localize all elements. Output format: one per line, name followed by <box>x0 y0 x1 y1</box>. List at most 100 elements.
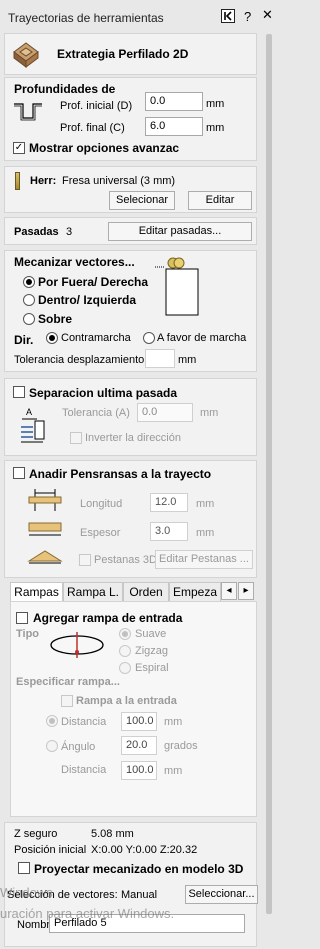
z-safe-value: 5.08 mm <box>91 828 134 840</box>
depths-heading: Profundidades de <box>14 82 116 96</box>
tab-thickness-label: Espesor <box>80 527 121 539</box>
tool-panel: Herr: Fresa universal (3 mm) Selecionar … <box>4 166 257 213</box>
passes-panel: Pasadas 3 Editar pasadas... <box>4 217 257 245</box>
last-pass-diagram-icon: A <box>19 407 45 448</box>
tab-thickness-input[interactable]: 3.0 <box>150 522 188 541</box>
vector-selection-value: Manual <box>121 889 158 901</box>
add-tabs-checkbox[interactable] <box>13 467 25 479</box>
activation-watermark-line2: uración para activar Windows. <box>0 906 175 921</box>
end-depth-label: Prof. final (C) <box>60 122 125 134</box>
header-panel: Extrategia Perfilado 2D <box>4 33 257 75</box>
close-icon[interactable]: ✕ <box>262 7 273 23</box>
home-position-value: X:0.00 Y:0.00 Z:20.32 <box>91 844 198 856</box>
offset-tolerance-unit: mm <box>178 354 197 366</box>
ramp-spiral-radio[interactable] <box>119 662 131 674</box>
strategy-title: Extrategia Perfilado 2D <box>57 47 189 61</box>
tab-scroll-left[interactable]: ◂ <box>221 582 237 600</box>
depths-panel: Profundidades de Prof. inicial (D) 0.0 m… <box>4 77 257 161</box>
conventional-radio[interactable] <box>143 332 155 344</box>
start-depth-label: Prof. inicial (D) <box>60 100 133 112</box>
machine-vectors-panel: Mecanizar vectores... Por Fuera/ Derecha… <box>4 250 257 372</box>
outside-right-radio[interactable] <box>23 276 35 288</box>
climb-label: Contramarcha <box>61 332 131 344</box>
direction-label: Dir. <box>14 333 34 347</box>
end-depth-unit: mm <box>206 122 225 134</box>
ramp-distance-radio[interactable] <box>46 715 58 727</box>
ramp-distance-unit: mm <box>164 716 183 728</box>
outside-right-label: Por Fuera/ Derecha <box>38 275 149 289</box>
edit-tabs-button[interactable]: Editar Pestanas ... <box>155 550 253 569</box>
ramp-in-label: Rampa a la entrada <box>76 695 177 707</box>
add-ramp-label: Agregar rampa de entrada <box>33 611 183 625</box>
home-position-label: Posición inicial <box>14 844 87 856</box>
tab-thickness-unit: mm <box>196 527 215 539</box>
inside-left-radio[interactable] <box>23 294 35 306</box>
invert-direction-checkbox[interactable] <box>70 432 82 444</box>
profile-strategy-icon <box>13 42 39 71</box>
ramp-zigzag-radio[interactable] <box>119 645 131 657</box>
panel-title: Trayectorias de herramientas <box>8 11 164 25</box>
last-pass-tolerance-unit: mm <box>200 407 219 419</box>
last-pass-panel: Separacion ultima pasada A Tolerancia (A… <box>4 378 257 456</box>
start-depth-unit: mm <box>206 98 225 110</box>
scrollbar-thumb[interactable] <box>266 34 272 914</box>
conventional-label: A favor de marcha <box>157 332 247 344</box>
last-pass-tolerance-input[interactable]: 0.0 <box>137 403 193 422</box>
vector-selection-button[interactable]: Seleccionar... <box>185 885 258 904</box>
start-depth-input[interactable]: 0.0 <box>145 92 203 111</box>
last-pass-checkbox[interactable] <box>13 386 25 398</box>
activation-watermark-line1: Windows <box>0 885 53 900</box>
offset-tolerance-label: Tolerancia desplazamiento <box>14 354 145 366</box>
passes-label: Pasadas <box>14 226 59 238</box>
svg-text:A: A <box>26 407 32 417</box>
ramp-type-label: Tipo <box>16 628 40 640</box>
ramp-type-diagram-icon <box>49 630 105 663</box>
invert-direction-label: Inverter la dirección <box>85 432 181 444</box>
help-icon[interactable]: ? <box>244 9 251 24</box>
tab-length-label: Longitud <box>80 498 123 510</box>
ramp-angle-input[interactable]: 20.0 <box>121 736 157 755</box>
passes-count: 3 <box>66 226 73 238</box>
tab-length-unit: mm <box>196 498 215 510</box>
advanced-options-label: Mostrar opciones avanzac <box>29 141 180 155</box>
project-3d-checkbox[interactable] <box>18 862 30 874</box>
tab-lead-ramp[interactable]: Rampa L. <box>63 582 123 602</box>
ramp-in-checkbox[interactable] <box>61 695 73 707</box>
add-ramp-checkbox[interactable] <box>16 612 28 624</box>
advanced-options-checkbox[interactable]: ✓ <box>13 142 25 154</box>
tabs-3d-checkbox[interactable] <box>79 554 91 566</box>
tab-3d-icon <box>27 547 63 568</box>
select-tool-button[interactable]: Selecionar <box>109 191 175 210</box>
machine-vectors-heading: Mecanizar vectores... <box>14 255 135 269</box>
depth-diagram-icon <box>13 98 43 129</box>
ramps-panel: Agregar rampa de entrada Tipo Suave Zigz… <box>10 601 257 817</box>
ramp-angle-label: Ángulo <box>61 741 96 753</box>
climb-radio[interactable] <box>46 332 58 344</box>
ramp-angle-radio[interactable] <box>46 740 58 752</box>
tab-length-icon <box>27 489 63 514</box>
tab-ramps[interactable]: Rampas <box>10 582 63 602</box>
tab-start[interactable]: Empeza <box>169 582 221 602</box>
tabs-panel: Anadir Pensransas a la trayecto Longitud… <box>4 460 257 578</box>
tabs-3d-label: Pestanas 3D <box>94 554 157 566</box>
ramp-smooth-label: Suave <box>135 628 167 640</box>
ramp-distance2-input[interactable]: 100.0 <box>121 761 157 780</box>
tab-thickness-icon <box>27 519 63 542</box>
ramp-smooth-radio[interactable] <box>119 628 131 640</box>
ramp-distance2-label: Distancia <box>61 764 107 776</box>
pin-icon[interactable] <box>221 9 235 23</box>
tab-length-input[interactable]: 12.0 <box>150 493 188 512</box>
tool-label: Herr: <box>30 175 57 187</box>
tab-order[interactable]: Orden <box>123 582 169 602</box>
last-pass-label: Separacion ultima pasada <box>29 386 178 400</box>
end-depth-input[interactable]: 6.0 <box>145 117 203 136</box>
edit-tool-button[interactable]: Editar <box>188 191 252 210</box>
offset-tolerance-input[interactable] <box>145 349 175 368</box>
tab-scroll-right[interactable]: ▸ <box>238 582 254 600</box>
on-radio[interactable] <box>23 313 35 325</box>
ramp-distance-input[interactable]: 100.0 <box>121 712 157 731</box>
tool-name: Fresa universal (3 mm) <box>62 175 176 187</box>
edit-passes-button[interactable]: Editar pasadas... <box>108 222 252 241</box>
on-label: Sobre <box>38 312 73 326</box>
offset-preview-icon <box>153 257 199 320</box>
